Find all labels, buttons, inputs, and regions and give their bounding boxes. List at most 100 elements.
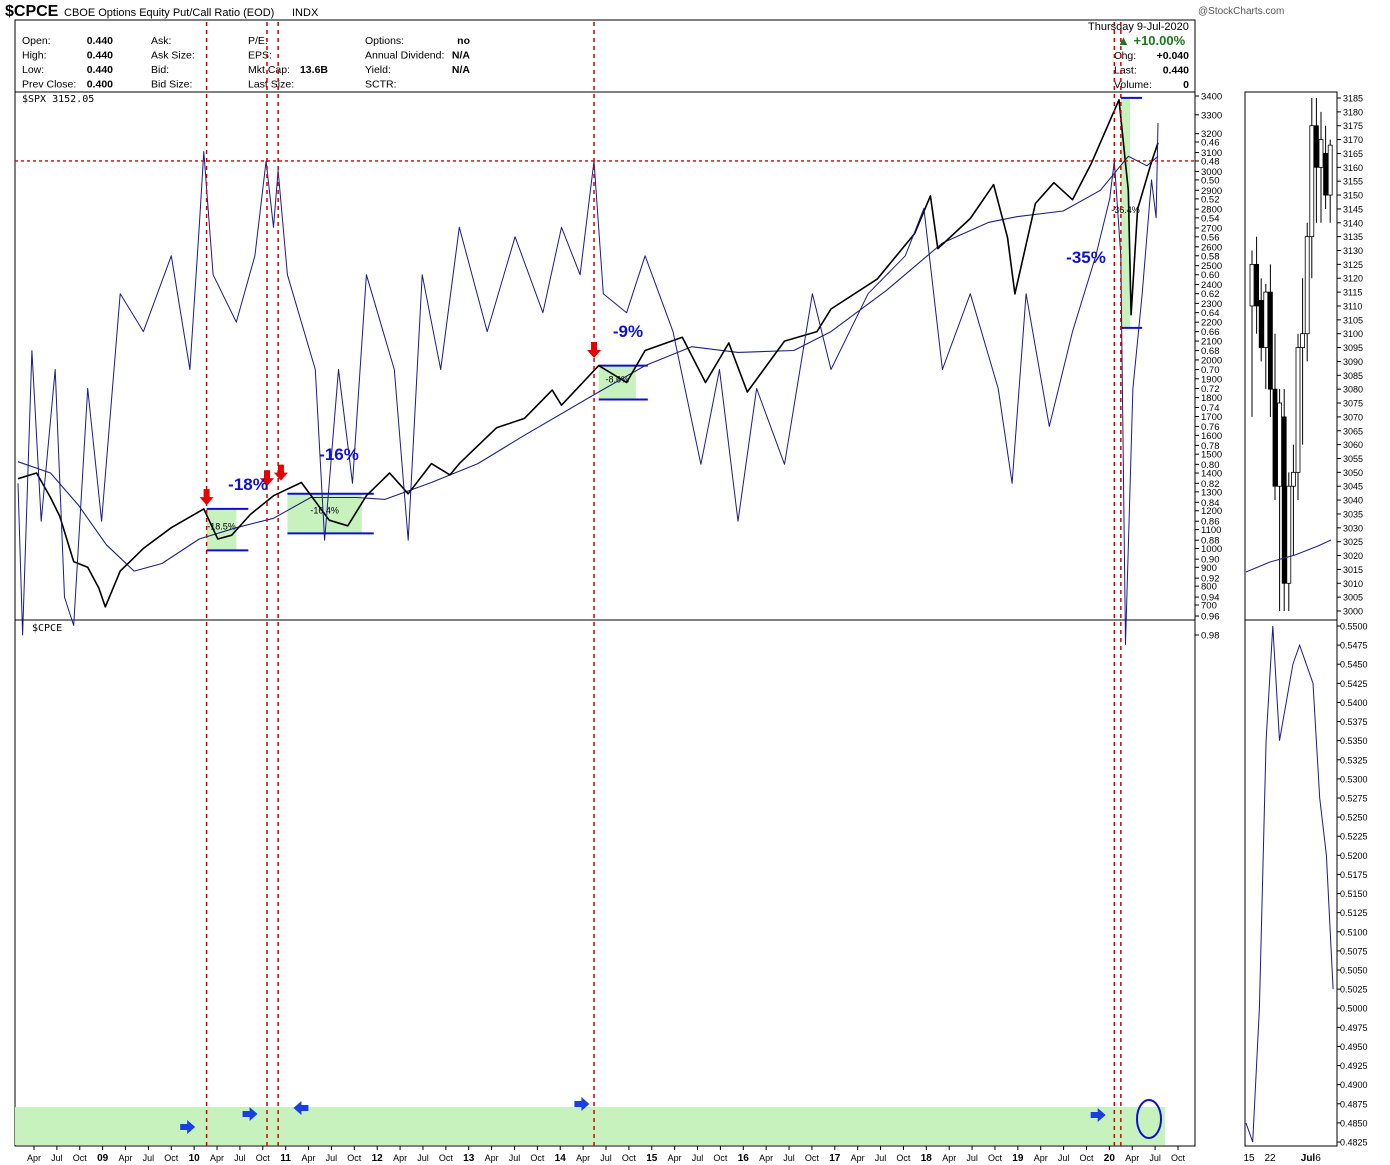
zoom-y-tick-label: 0.5225 — [1340, 832, 1368, 842]
y-tick-label: 0.92 — [1201, 574, 1220, 585]
x-tick-label: Oct — [622, 1153, 637, 1163]
x-tick-label: Jul — [783, 1153, 795, 1163]
zoom-candle-body — [1258, 300, 1264, 348]
zoom-y-tick-label: 0.5475 — [1340, 641, 1368, 651]
zoom-y-tick-label: 3085 — [1343, 371, 1363, 381]
x-tick-label: Apr — [210, 1153, 224, 1163]
zoom-y-tick-label: 0.5400 — [1340, 698, 1368, 708]
y-tick-label: 0.56 — [1201, 232, 1220, 243]
zoom-candle-body — [1268, 291, 1273, 390]
stats-table: Open: 0.440 High: 0.440 Low: 0.440 Prev Close:… — [22, 35, 1189, 91]
y-tick-label: 3300 — [1201, 110, 1222, 121]
zoom-y-tick-label: 3045 — [1343, 482, 1363, 492]
zoom-y-tick-label: 3010 — [1343, 579, 1363, 589]
zoom-candle-body — [1300, 333, 1305, 348]
stat-label: Options: — [365, 35, 404, 47]
x-tick-label: 19 — [1012, 1153, 1024, 1164]
y-tick-label: 0.84 — [1201, 498, 1220, 509]
zoom-candle-body — [1327, 144, 1333, 196]
zoom-y-tick-label: 3005 — [1343, 593, 1363, 603]
y-tick-label: 0.86 — [1201, 517, 1220, 528]
drawdown-label: -35% — [1066, 248, 1106, 267]
x-tick-label: Oct — [805, 1153, 820, 1163]
zoom-y-tick-label: 0.5125 — [1340, 908, 1368, 918]
stat-label: Prev Close: — [22, 79, 76, 91]
x-tick-label: Apr — [759, 1153, 773, 1163]
zoom-y-tick-label: 0.4825 — [1340, 1138, 1368, 1148]
y-tick-label: 0.88 — [1201, 536, 1220, 547]
x-tick-label: Jul — [1058, 1153, 1070, 1163]
zoom-y-tick-label: 3000 — [1343, 607, 1363, 617]
zoom-y-tick-label: 3170 — [1343, 135, 1363, 145]
x-tick-label: Oct — [988, 1153, 1003, 1163]
stat-label: SCTR: — [365, 79, 397, 91]
zoom-y-tick-label: 3155 — [1343, 177, 1363, 187]
stat-label: Volume: — [1114, 79, 1152, 91]
x-tick-label: 12 — [372, 1153, 384, 1164]
zoom-candle-body — [1263, 291, 1269, 348]
zoom-y-tick-label: 0.5025 — [1340, 985, 1368, 995]
zoom-y-tick-label: 3120 — [1343, 274, 1363, 284]
zoom-y-tick-label: 0.4950 — [1340, 1042, 1368, 1052]
zoom-y-tick-label: 0.5350 — [1340, 736, 1368, 746]
x-tick-label: Oct — [530, 1153, 545, 1163]
x-tick-label: Oct — [164, 1153, 179, 1163]
zoom-y-tick-label: 0.4850 — [1340, 1118, 1368, 1128]
y-tick-label: 3400 — [1201, 92, 1222, 103]
zoom-y-tick-label: 0.4900 — [1340, 1080, 1368, 1090]
zoom-y-tick-label: 0.5075 — [1340, 946, 1368, 956]
zoom-candle-body — [1323, 153, 1328, 196]
stat-value: +0.040 — [1157, 50, 1190, 62]
zoom-y-tick-label: 3100 — [1343, 329, 1363, 339]
date: Thursday 9-Jul-2020 — [1088, 21, 1189, 33]
stat-label: Open: — [22, 35, 51, 47]
stat-value: 13.6B — [300, 64, 328, 76]
y-tick-label: 0.74 — [1201, 403, 1220, 414]
stat-value: 0.440 — [1163, 65, 1189, 77]
x-tick-label: Jul — [51, 1153, 63, 1163]
zoom-y-tick-label: 3025 — [1343, 537, 1363, 547]
x-tick-label: Jul — [875, 1153, 887, 1163]
zoom-y-tick-label: 0.5100 — [1340, 927, 1368, 937]
x-tick-label: Apr — [576, 1153, 590, 1163]
zoom-y-tick-label: 3110 — [1343, 301, 1362, 311]
x-tick-label: Apr — [1034, 1153, 1048, 1163]
x-tick-label: Oct — [256, 1153, 271, 1163]
x-tick-label: Apr — [302, 1153, 316, 1163]
x-tick-label: 13 — [463, 1153, 475, 1164]
stat-label: High: — [22, 50, 47, 62]
stat-label: Last Size: — [248, 79, 294, 91]
exchange: INDX — [292, 7, 319, 19]
y-tick-label: 0.66 — [1201, 327, 1220, 338]
stat-label: Annual Dividend: — [365, 50, 444, 62]
x-axis-ticks: Apr Jul Oct 09 Apr Jul Oct 10 Apr Jul Oct 11 Apr Jul O… — [27, 1146, 1185, 1164]
zoom-x-label: 22 — [1264, 1153, 1276, 1164]
zoom-y-tick-label: 3065 — [1343, 426, 1363, 436]
y-tick-label: 0.96 — [1201, 612, 1220, 623]
zoom-y-tick-label: 3090 — [1343, 357, 1363, 367]
x-tick-label: Apr — [485, 1153, 499, 1163]
x-tick-label: 15 — [646, 1153, 658, 1164]
x-tick-label: Apr — [393, 1153, 407, 1163]
x-tick-label: 10 — [189, 1153, 201, 1164]
stat-label: EPS: — [248, 50, 272, 62]
zoom-y-tick-label: 3125 — [1343, 260, 1363, 270]
zoom-y-tick-label: 3075 — [1343, 399, 1363, 409]
x-tick-label: Oct — [439, 1153, 454, 1163]
x-tick-label: Apr — [851, 1153, 865, 1163]
x-tick-label: 18 — [921, 1153, 933, 1164]
zoom-y-tick-label: 3020 — [1343, 551, 1363, 561]
zoom-y-tick-label: 0.5300 — [1340, 774, 1368, 784]
zoom-y-tick-label: 0.5175 — [1340, 870, 1368, 880]
zoom-y-tick-label: 3150 — [1343, 191, 1363, 201]
stat-label: Chg: — [1114, 50, 1136, 62]
y-tick-label: 0.46 — [1201, 138, 1220, 149]
stat-label: Last: — [1114, 65, 1137, 77]
zoom-y-tick-label: 0.5150 — [1340, 889, 1368, 899]
zoom-y-tick-label: 0.5450 — [1340, 660, 1368, 670]
zoom-y-tick-label: 3095 — [1343, 343, 1363, 353]
stat-label: Mkt Cap: — [248, 64, 290, 76]
symbol-name: CBOE Options Equity Put/Call Ratio (EOD) — [64, 7, 274, 19]
zoom-y-tick-label: 3130 — [1343, 246, 1363, 256]
x-tick-label: Jul — [143, 1153, 155, 1163]
